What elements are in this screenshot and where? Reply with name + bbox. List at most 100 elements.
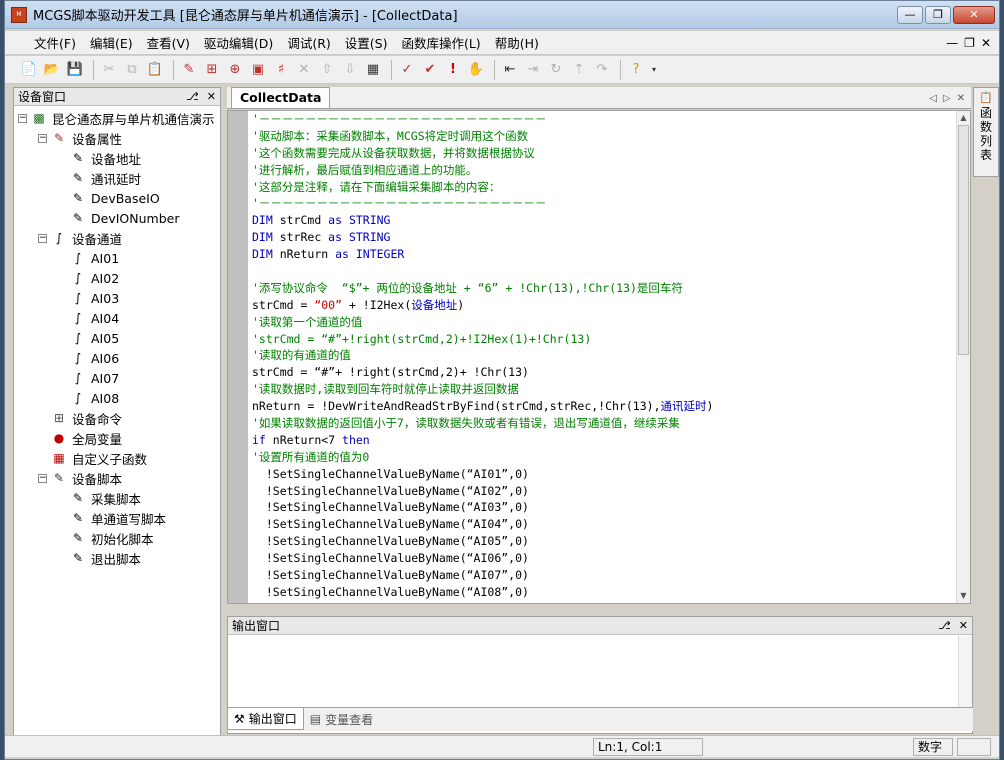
code-line[interactable]: !SetSingleChannelValueByName(“AI08”,0) (252, 584, 956, 601)
add-node-icon[interactable]: ⊞ (202, 60, 222, 80)
tree-node[interactable]: − ∫ 设备通道 (38, 228, 122, 248)
close-button[interactable]: ✕ (953, 5, 995, 24)
properties-icon[interactable]: ▦ (363, 60, 383, 80)
code-line[interactable]: '进行解析，最后赋值到相应通道上的功能。 (252, 162, 956, 179)
code-line[interactable]: !SetSingleChannelValueByName(“AI07”,0) (252, 567, 956, 584)
tree-root[interactable]: − ▩ 昆仑通态屏与单片机通信演示 (18, 108, 215, 128)
scroll-thumb[interactable] (958, 125, 969, 355)
menu-library[interactable]: 函数库操作(L) (394, 31, 487, 54)
code-line[interactable]: if nReturn<7 then (252, 432, 956, 449)
collapse-icon[interactable]: − (18, 113, 27, 123)
code-line[interactable]: '读取第一个通道的值 (252, 314, 956, 331)
code-line[interactable]: DIM strCmd as STRING (252, 212, 956, 229)
tree-leaf[interactable]: ∫ AI04 (70, 308, 119, 328)
menu-file[interactable]: 文件(F) (27, 31, 83, 54)
close-panel-icon[interactable]: ✕ (959, 619, 968, 632)
code-line[interactable]: '读取的有通道的值 (252, 347, 956, 364)
help-icon[interactable]: ? (626, 60, 646, 80)
run-to-icon[interactable]: ↷ (592, 60, 612, 80)
menu-edit[interactable]: 编辑(E) (83, 31, 140, 54)
tree-leaf[interactable]: ∫ AI03 (70, 288, 119, 308)
restore-button[interactable]: ❐ (925, 5, 951, 24)
move-up-icon[interactable]: ⇧ (317, 60, 337, 80)
tab-output[interactable]: ⚒ 输出窗口 (227, 708, 304, 730)
code-line[interactable]: '－－－－－－－－－－－－－－－－－－－－－－－－－ (252, 111, 956, 128)
step-over-icon[interactable]: ↻ (546, 60, 566, 80)
delete-icon[interactable]: ✕ (294, 60, 314, 80)
code-line[interactable] (252, 263, 956, 280)
code-line[interactable]: DIM nReturn as INTEGER (252, 246, 956, 263)
tab-collectdata[interactable]: CollectData (231, 87, 331, 108)
code-line[interactable]: '驱动脚本：采集函数脚本，MCGS将定时调用这个函数 (252, 128, 956, 145)
code-line[interactable]: !SetSingleChannelValueByName(“AI03”,0) (252, 499, 956, 516)
tab-prev-icon[interactable]: ◁ (929, 93, 937, 104)
toolbar-dropdown-icon[interactable]: ▾ (649, 60, 659, 80)
pin-icon[interactable]: ⎇ (186, 90, 199, 103)
code-line[interactable]: '设置所有通道的值为0 (252, 449, 956, 466)
output-text-area[interactable] (228, 636, 972, 722)
step-out-icon[interactable]: ⇡ (569, 60, 589, 80)
tree-leaf[interactable]: ✎ 采集脚本 (70, 488, 141, 508)
open-folder-icon[interactable]: 📂 (42, 60, 62, 80)
code-line[interactable]: '这个函数需要完成从设备获取数据，并将数据根据协议 (252, 145, 956, 162)
mdi-minimize-icon[interactable]: — (946, 36, 958, 50)
tree-leaf[interactable]: ✎ 初始化脚本 (70, 528, 154, 548)
mdi-close-icon[interactable]: ✕ (981, 36, 991, 50)
tree-leaf[interactable]: ✎ 退出脚本 (70, 548, 141, 568)
mdi-restore-icon[interactable]: ❐ (964, 36, 975, 50)
tree-leaf[interactable]: ∫ AI08 (70, 388, 119, 408)
code-line[interactable]: '添写协议命令 “$”+ 两位的设备地址 + “6” + !Chr(13),!C… (252, 280, 956, 297)
tree-leaf[interactable]: ✎ 单通道写脚本 (70, 508, 166, 528)
scroll-down-icon[interactable]: ▼ (957, 589, 970, 603)
edit-script-icon[interactable]: ✎ (179, 60, 199, 80)
menu-debug[interactable]: 调试(R) (280, 31, 337, 54)
menu-settings[interactable]: 设置(S) (338, 31, 395, 54)
code-line[interactable]: strCmd = “00” + !I2Hex(设备地址) (252, 297, 956, 314)
compile-icon[interactable]: ✓ (397, 60, 417, 80)
tree-node[interactable]: − ✎ 设备属性 (38, 128, 122, 148)
tree-node[interactable]: − ✎ 设备脚本 (38, 468, 122, 488)
tree-leaf[interactable]: ✎ 设备地址 (70, 148, 141, 168)
scroll-up-icon[interactable]: ▲ (957, 111, 970, 125)
code-editor[interactable]: '－－－－－－－－－－－－－－－－－－－－－－－－－ '驱动脚本：采集函数脚本，M… (227, 110, 971, 604)
code-line[interactable]: '读取数据时,读取到回车符时就停止读取并返回数据 (252, 381, 956, 398)
move-down-icon[interactable]: ⇩ (340, 60, 360, 80)
code-line[interactable]: !SetSingleChannelValueByName(“AI05”,0) (252, 533, 956, 550)
paste-icon[interactable]: 📋 (145, 60, 165, 80)
menu-driver-edit[interactable]: 驱动编辑(D) (197, 31, 280, 54)
minimize-button[interactable]: — (897, 5, 923, 24)
tree-leaf[interactable]: ∫ AI07 (70, 368, 119, 388)
code-line[interactable]: !SetSingleChannelValueByName(“AI02”,0) (252, 483, 956, 500)
tab-next-icon[interactable]: ▷ (943, 93, 951, 104)
collapse-icon[interactable]: − (38, 473, 47, 483)
add-command-icon[interactable]: ▣ (248, 60, 268, 80)
close-panel-icon[interactable]: ✕ (207, 90, 216, 103)
editor-vertical-scrollbar[interactable]: ▲ ▼ (956, 111, 970, 603)
code-area[interactable]: '－－－－－－－－－－－－－－－－－－－－－－－－－ '驱动脚本：采集函数脚本，M… (252, 111, 956, 601)
step-icon[interactable]: ⇤ (500, 60, 520, 80)
code-line[interactable]: !SetSingleChannelValueByName(“AI06”,0) (252, 550, 956, 567)
tab-close-icon[interactable]: ✕ (957, 93, 965, 104)
title-bar[interactable]: M MCGS脚本驱动开发工具 [昆仑通态屏与单片机通信演示] - [Collec… (5, 1, 999, 29)
tree-leaf[interactable]: ✎ DevBaseIO (70, 188, 160, 208)
menu-help[interactable]: 帮助(H) (488, 31, 546, 54)
tree-leaf[interactable]: ∫ AI05 (70, 328, 119, 348)
add-channel-icon[interactable]: ⊕ (225, 60, 245, 80)
new-file-icon[interactable]: 📄 (19, 60, 39, 80)
add-variable-icon[interactable]: ♯ (271, 60, 291, 80)
code-line[interactable]: DIM strRec as STRING (252, 229, 956, 246)
code-line[interactable]: '如果读取数据的返回值小于7，读取数据失败或者有错误，退出写通道值，继续采集 (252, 415, 956, 432)
tree-leaf[interactable]: ∫ AI01 (70, 248, 119, 268)
code-line[interactable]: nReturn = !DevWriteAndReadStrByFind(strC… (252, 398, 956, 415)
copy-icon[interactable]: ⧉ (122, 60, 142, 80)
alert-icon[interactable]: ! (443, 60, 463, 80)
collapse-icon[interactable]: − (38, 233, 47, 243)
check-icon[interactable]: ✔ (420, 60, 440, 80)
tree-leaf[interactable]: ✎ 通讯延时 (70, 168, 141, 188)
save-icon[interactable]: 💾 (65, 60, 85, 80)
tree-node[interactable]: ⊞ 设备命令 (38, 408, 122, 428)
function-list-tab[interactable]: 函数列表 (978, 106, 994, 162)
code-line[interactable]: !SetSingleChannelValueByName(“AI04”,0) (252, 516, 956, 533)
step-into-icon[interactable]: ⇥ (523, 60, 543, 80)
tree-node[interactable]: ● 全局变量 (38, 428, 122, 448)
